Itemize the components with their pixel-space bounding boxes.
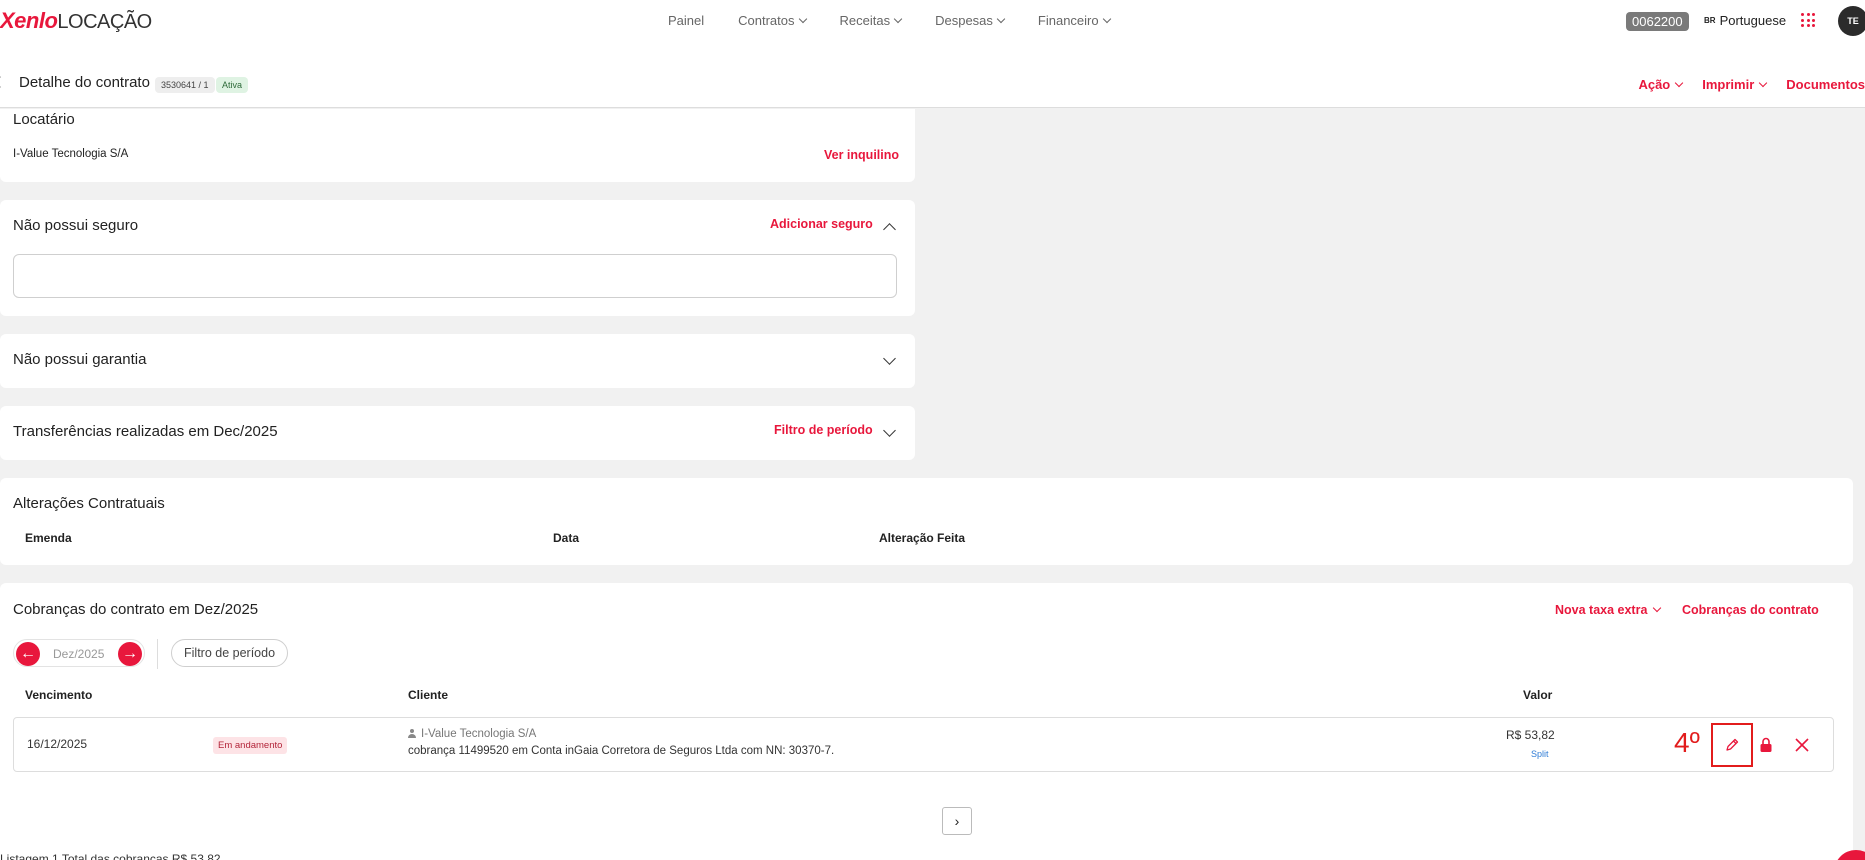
arrow-right-icon[interactable]: → — [118, 642, 142, 666]
column-header-change: Alteração Feita — [879, 531, 966, 545]
nav-receitas[interactable]: Receitas — [839, 13, 903, 28]
charge-description: cobrança 11499520 em Conta inGaia Corret… — [408, 745, 835, 757]
product-name: LOCAÇÃO — [57, 11, 152, 33]
tenant-card: Locatário I-Value Tecnologia S/A Ver inq… — [0, 109, 915, 182]
period-filter-button[interactable]: Filtro de período — [171, 639, 289, 667]
amendments-title: Alterações Contratuais — [13, 495, 165, 512]
contract-id-badge: 3530641 / 1 — [155, 77, 215, 93]
delete-charge-button[interactable] — [1793, 736, 1811, 754]
nav-financeiro[interactable]: Financeiro — [1037, 13, 1111, 28]
brand-name: Xenlo — [0, 8, 58, 33]
nav-label: Receitas — [839, 13, 891, 28]
chevron-down-icon — [1759, 78, 1768, 87]
transfers-card: Transferências realizadas em Dec/2025 Fi… — [0, 406, 915, 460]
flag-icon: BR — [1704, 16, 1716, 25]
contract-header: Detalhe do contrato 3530641 / 1 Ativa Aç… — [0, 42, 1865, 108]
period-filter-link[interactable]: Filtro de período — [774, 423, 873, 437]
column-header-due: Vencimento — [25, 688, 93, 702]
status-badge: Em andamento — [213, 737, 288, 754]
back-arrow-icon[interactable] — [0, 76, 6, 88]
main-nav: Painel Contratos Receitas Despesas Finan… — [668, 13, 1111, 28]
apps-grid-icon[interactable] — [1801, 13, 1815, 27]
nav-label: Painel — [668, 13, 705, 28]
column-header-client: Cliente — [408, 688, 449, 702]
client-label: I-Value Tecnologia S/A — [421, 728, 537, 740]
insurance-card: Não possui seguro Adicionar seguro — [0, 200, 915, 316]
chevron-down-icon[interactable] — [883, 352, 896, 365]
guarantee-card[interactable]: Não possui garantia — [0, 334, 915, 388]
close-icon — [1795, 738, 1809, 752]
language-selector[interactable]: BR Portuguese — [1704, 13, 1786, 28]
print-label: Imprimir — [1702, 77, 1755, 92]
chevron-right-icon: › — [954, 813, 960, 829]
page-title: Detalhe do contrato — [19, 74, 150, 91]
chevron-down-icon — [1653, 603, 1662, 613]
documents-button[interactable]: Documentos — [1786, 77, 1865, 92]
person-icon — [408, 729, 416, 738]
charges-title: Cobranças do contrato em Dez/2025 — [13, 601, 259, 618]
next-page-button[interactable]: › — [942, 807, 972, 835]
action-menu-button[interactable]: Ação — [1638, 77, 1684, 92]
divider — [157, 639, 158, 669]
new-fee-label: Nova taxa extra — [1555, 603, 1648, 617]
documents-label: Documentos — [1786, 77, 1865, 92]
contract-charges-link[interactable]: Cobranças do contrato — [1682, 603, 1819, 617]
column-header-amendment: Emenda — [25, 531, 72, 545]
transfers-title: Transferências realizadas em Dec/2025 — [13, 423, 278, 440]
app-logo[interactable]: XenloLOCAÇÃO — [0, 8, 152, 34]
top-bar: XenloLOCAÇÃO Painel Contratos Receitas D… — [0, 0, 1865, 42]
current-period: Dez/2025 — [53, 647, 105, 661]
step-annotation: 4º — [1674, 727, 1700, 758]
chevron-up-icon[interactable] — [883, 223, 896, 236]
column-header-amount: Valor — [1523, 688, 1553, 702]
edit-charge-button[interactable] — [1711, 723, 1753, 767]
status-badge: Ativa — [216, 77, 249, 93]
amendments-card: Alterações Contratuais Emenda Data Alter… — [0, 478, 1853, 565]
nav-label: Financeiro — [1037, 13, 1099, 28]
insurance-input[interactable] — [13, 254, 897, 298]
lock-button[interactable] — [1756, 735, 1776, 755]
arrow-left-icon[interactable]: ← — [16, 642, 40, 666]
avatar[interactable]: TE — [1838, 6, 1865, 36]
nav-contratos[interactable]: Contratos — [738, 13, 807, 28]
header-actions: Ação Imprimir Documentos — [1638, 77, 1865, 92]
charges-summary: Listagem 1 Total das cobranças R$ 53,82 — [0, 852, 221, 860]
language-label: Portuguese — [1719, 13, 1787, 28]
account-code-badge[interactable]: 0062200 — [1626, 12, 1689, 31]
tenant-title: Locatário — [13, 111, 75, 128]
chevron-down-icon — [1675, 78, 1684, 87]
lock-icon — [1760, 737, 1772, 752]
column-header-date: Data — [553, 531, 580, 545]
new-fee-menu[interactable]: Nova taxa extra — [1555, 603, 1662, 617]
guarantee-title: Não possui garantia — [13, 351, 147, 368]
insurance-title: Não possui seguro — [13, 217, 139, 234]
split-link[interactable]: Split — [1531, 749, 1549, 759]
view-tenant-link[interactable]: Ver inquilino — [824, 148, 899, 162]
chevron-down-icon[interactable] — [883, 424, 896, 437]
chevron-down-icon — [1102, 14, 1111, 23]
chevron-down-icon — [893, 14, 903, 23]
client-name: I-Value Tecnologia S/A — [408, 728, 536, 740]
table-row[interactable]: 16/12/2025 Em andamento I-Value Tecnolog… — [13, 717, 1834, 772]
chevron-down-icon — [798, 14, 807, 23]
action-label: Ação — [1638, 77, 1671, 92]
due-date: 16/12/2025 — [27, 737, 88, 751]
nav-label: Contratos — [738, 13, 795, 28]
charges-card: Cobranças do contrato em Dez/2025 Nova t… — [0, 583, 1853, 860]
nav-painel[interactable]: Painel — [668, 13, 704, 28]
chevron-down-icon — [996, 14, 1006, 23]
pencil-icon — [1726, 738, 1739, 751]
add-insurance-link[interactable]: Adicionar seguro — [770, 217, 873, 231]
nav-label: Despesas — [935, 13, 993, 28]
nav-despesas[interactable]: Despesas — [935, 13, 1006, 28]
print-menu-button[interactable]: Imprimir — [1702, 77, 1768, 92]
period-navigator: ← Dez/2025 → — [13, 639, 145, 667]
charge-amount: R$ 53,82 — [1506, 728, 1555, 742]
tenant-name: I-Value Tecnologia S/A — [13, 148, 129, 160]
